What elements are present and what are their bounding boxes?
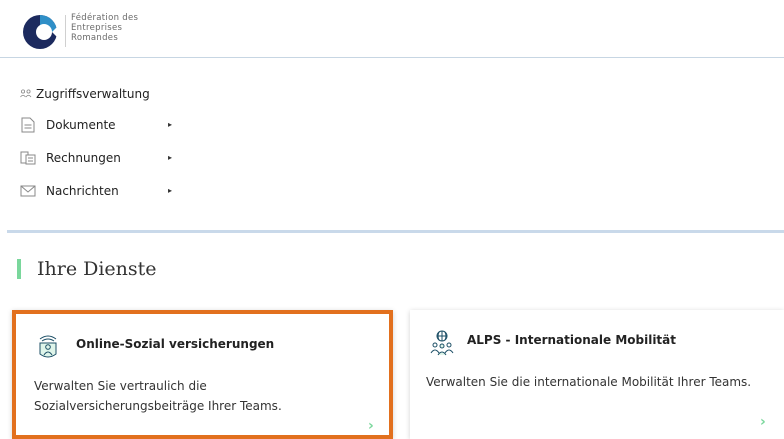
logo-divider <box>65 15 66 47</box>
logo-line-3: Romandes <box>71 33 119 43</box>
global-mobility-icon <box>430 330 454 356</box>
top-header: Fédération des Entreprises Romandes <box>0 0 784 58</box>
submenu-caret-icon: ▸ <box>168 186 173 195</box>
section-accent-bar <box>17 259 21 279</box>
section-title-text: Ihre Dienste <box>37 258 157 280</box>
chevron-right-icon[interactable]: › <box>760 414 766 430</box>
submenu-caret-icon: ▸ <box>168 120 173 129</box>
nav-label-dokumente: Dokumente <box>46 118 116 132</box>
card-description: Verwalten Sie die internationale Mobilit… <box>426 375 752 389</box>
mail-icon <box>20 183 36 199</box>
service-card-online-sozialversicherungen[interactable]: Online-Sozial versicherungen Verwalten S… <box>12 310 393 439</box>
section-title: Ihre Dienste <box>17 256 157 282</box>
service-card-alps[interactable]: ALPS - Internationale Mobilität Verwalte… <box>410 310 784 439</box>
document-icon <box>20 117 36 133</box>
nav-item-rechnungen[interactable]: Rechnungen ▸ <box>20 148 172 168</box>
logo-line-1: Fédération des <box>71 13 139 23</box>
nav-item-zugriffsverwaltung[interactable]: Zugriffsverwaltung <box>20 84 150 104</box>
nav-label-rechnungen: Rechnungen <box>46 151 121 165</box>
card-description: Verwalten Sie vertraulich die Sozialvers… <box>34 379 282 413</box>
social-insurance-icon <box>36 334 60 360</box>
invoices-icon <box>20 150 36 166</box>
submenu-caret-icon: ▸ <box>168 153 173 162</box>
fer-logo-icon[interactable] <box>22 14 58 50</box>
section-divider <box>7 230 784 233</box>
chevron-right-icon[interactable]: › <box>368 418 374 434</box>
nav-item-dokumente[interactable]: Dokumente ▸ <box>20 115 172 135</box>
card-title: Online-Sozial versicherungen <box>76 337 275 351</box>
nav-label-nachrichten: Nachrichten <box>46 184 119 198</box>
logo-line-2: Entreprises <box>71 23 123 33</box>
nav-label-zugriffsverwaltung: Zugriffsverwaltung <box>36 87 150 101</box>
card-title: ALPS - Internationale Mobilität <box>467 333 676 347</box>
users-icon <box>20 86 32 102</box>
logo-text: Fédération des Entreprises Romandes <box>71 13 138 43</box>
nav-item-nachrichten[interactable]: Nachrichten ▸ <box>20 181 172 201</box>
